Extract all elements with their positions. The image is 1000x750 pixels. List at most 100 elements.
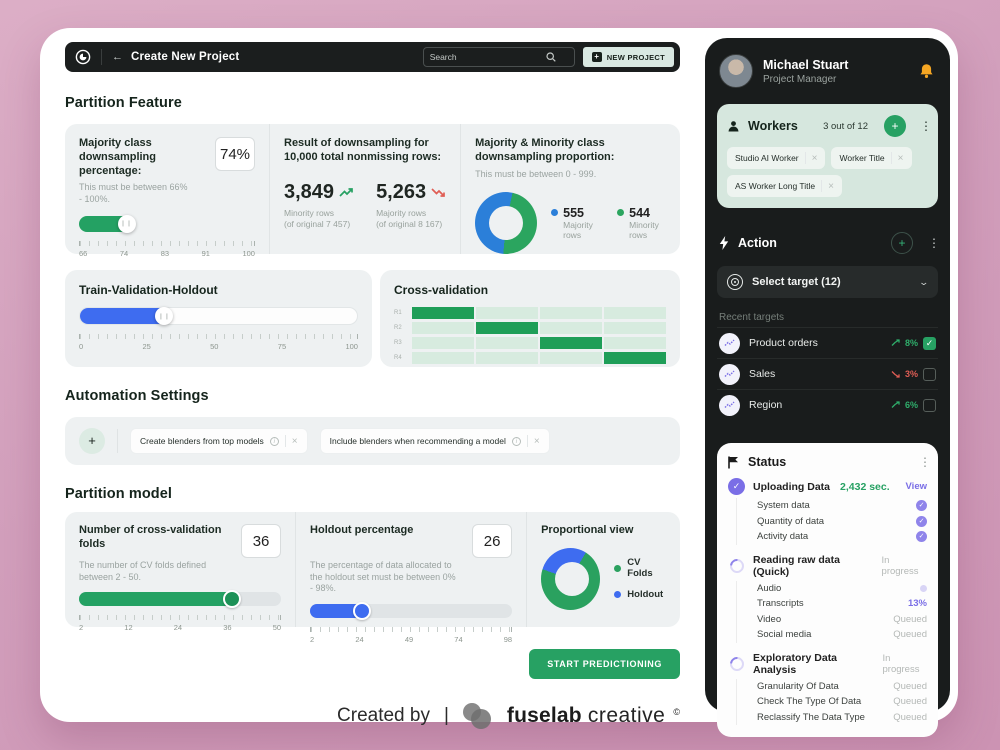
tick-label: 100 [242,249,255,258]
tvh-slider[interactable]: ❙❙ [79,307,358,325]
status-item: Transcripts13% [757,596,927,612]
cv-folds-title: Number of cross-validation folds [79,524,229,558]
plus-icon: + [592,52,602,62]
majority-stat: 5,263 Majority rows(of original 8 167) [376,181,446,231]
close-icon[interactable]: × [828,181,834,192]
tvh-ruler: 0 25 50 75 100 [79,334,358,351]
new-project-button[interactable]: + NEW PROJECT [583,47,674,67]
status-title: Status [748,455,786,469]
add-setting-button[interactable]: + [79,428,105,454]
proportional-donut-chart [541,548,600,610]
target-checkbox[interactable]: ✓ [923,337,936,350]
worker-chip[interactable]: Studio AI Worker× [727,147,825,169]
target-checkbox[interactable] [923,368,936,381]
created-by-text: Created by [337,705,430,727]
tick-label: 2 [310,635,314,644]
proportional-view-card: Proportional view CV Folds Holdout [527,512,680,627]
status-group-eda: Exploratory Data Analysis In progress [728,652,927,676]
group-state: In progress [883,653,928,675]
kebab-menu-icon[interactable]: ⋮ [928,236,936,250]
tick-label: 25 [142,342,150,351]
legend-minority: 544 Minority rows [617,206,667,241]
check-circle-icon: ✓ [916,516,927,527]
automation-chip[interactable]: Create blenders from top models i × [130,428,308,454]
downsampling-value[interactable]: 74% [215,137,255,171]
legend-cv-folds: CV Folds [614,557,666,579]
cv-folds-ruler: 2 12 24 36 50 [79,615,281,632]
info-icon[interactable]: i [270,437,279,446]
holdout-slider[interactable] [310,604,512,618]
slider-handle[interactable] [223,590,241,608]
tvh-title: Train-Validation-Holdout [79,283,358,297]
worker-chip[interactable]: AS Worker Long Title× [727,175,842,197]
section-heading-automation-settings: Automation Settings [65,388,680,404]
search-box[interactable] [423,47,575,67]
downsampling-title: Majority class downsampling percentage: [79,137,207,178]
start-predictioning-button[interactable]: START PREDICTIONING [529,649,680,679]
automation-chip[interactable]: Include blenders when recommending a mod… [320,428,550,454]
cv-folds-slider[interactable] [79,592,281,606]
search-icon[interactable] [546,52,556,62]
worker-chip[interactable]: Worker Title× [831,147,911,169]
workers-title: Workers [748,119,798,133]
check-circle-icon: ✓ [728,478,745,495]
back-arrow-icon[interactable]: ← [112,51,123,63]
avatar[interactable] [719,54,753,88]
action-header: Action + ⋮ [717,232,938,254]
spinner-icon [727,654,747,674]
group-title: Uploading Data [753,481,830,493]
status-group-reading: Reading raw data (Quick) In progress [728,554,927,578]
holdout-ruler: 2 24 49 74 98 [310,627,512,644]
tick-label: 74 [120,249,128,258]
select-target-dropdown[interactable]: Select target (12) ⌄ [717,266,938,298]
crossval-grid-chart: R1 R2 R3 R4 [394,307,666,364]
close-icon[interactable]: × [534,436,540,447]
divider [117,429,118,453]
new-project-label: NEW PROJECT [607,53,665,62]
minority-label: Minority rows [284,208,334,218]
result-title: Result of downsampling for 10,000 total … [284,137,446,165]
status-item: Granularity Of DataQueued [757,679,927,695]
downsampling-hint: This must be between 66% - 100%. [79,182,189,205]
trend-up-icon [891,401,900,409]
info-icon[interactable]: i [512,437,521,446]
tick-label: 66 [79,249,87,258]
target-checkbox[interactable] [923,399,936,412]
check-circle-icon: ✓ [916,531,927,542]
kebab-menu-icon[interactable]: ⋮ [919,455,927,469]
target-row-sales[interactable]: Sales 3% [717,358,938,389]
majority-sub: (of original 8 167) [376,219,442,229]
chart-line-icon [719,395,740,416]
slider-handle[interactable]: ❙❙ [155,307,173,325]
close-icon[interactable]: × [812,153,818,164]
spinner-icon [727,556,747,576]
bell-icon[interactable] [919,63,936,79]
partition-feature-panel: Majority class downsampling percentage: … [65,124,680,254]
downsampling-slider[interactable]: ❙❙ [79,216,255,232]
close-icon[interactable]: × [898,153,904,164]
target-row-region[interactable]: Region 6% [717,389,938,420]
partition-model-panel: Number of cross-validation folds 36 The … [65,512,680,627]
close-icon[interactable]: × [292,436,298,447]
holdout-value[interactable]: 26 [472,524,512,558]
status-group-uploading: ✓ Uploading Data 2,432 sec. View [728,478,927,495]
slider-handle[interactable]: ❙❙ [118,215,136,233]
kebab-menu-icon[interactable]: ⋮ [920,119,928,133]
legend-dot-green [617,209,624,216]
tick-label: 91 [202,249,210,258]
sidebar: Michael Stuart Project Manager Workers 3… [705,38,950,712]
target-row-product-orders[interactable]: Product orders 8% ✓ [717,327,938,358]
minority-value: 3,849 [284,181,334,204]
add-worker-button[interactable]: + [884,115,906,137]
view-link[interactable]: View [906,481,927,492]
status-item: System data✓ [757,498,927,514]
proportion-card: Majority & Minority class downsampling p… [461,124,681,254]
cv-row-label: R3 [394,340,406,346]
search-input[interactable] [430,52,540,62]
crossval-card: Cross-validation R1 R2 R3 R4 [380,270,680,367]
slider-handle[interactable] [353,602,371,620]
add-action-button[interactable]: + [891,232,913,254]
tick-label: 0 [79,342,83,351]
cv-folds-value[interactable]: 36 [241,524,281,558]
crossval-title: Cross-validation [394,283,666,297]
